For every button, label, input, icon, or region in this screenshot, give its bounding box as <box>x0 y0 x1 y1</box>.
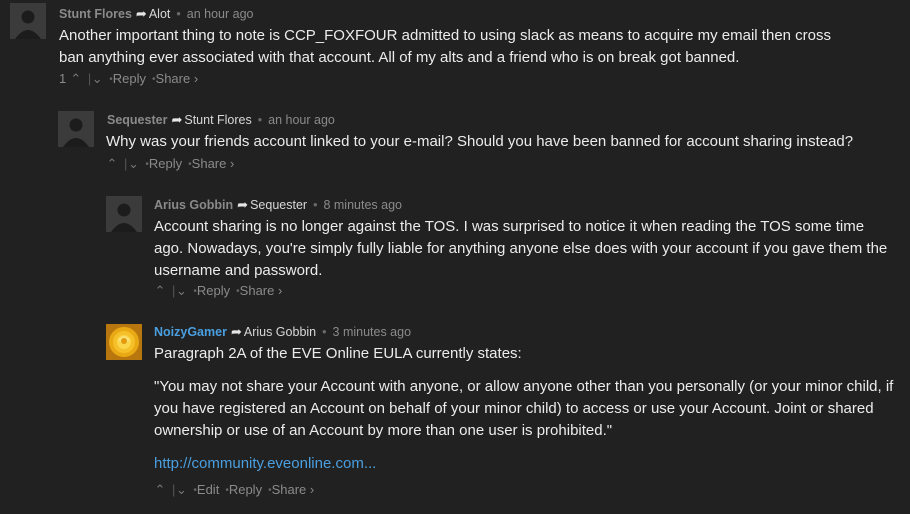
reply-to-name[interactable]: Sequester <box>250 198 307 212</box>
separator-dot: • <box>313 198 318 212</box>
downvote-icon[interactable]: ⌄ <box>127 156 139 172</box>
avatar[interactable] <box>10 3 46 39</box>
downvote-icon[interactable]: ⌄ <box>175 482 187 498</box>
reply-to-name[interactable]: Stunt Flores <box>184 113 251 127</box>
avatar[interactable] <box>58 111 94 147</box>
reply-arrow-icon: ➦ <box>135 6 147 21</box>
comment-paragraph: Paragraph 2A of the EVE Online EULA curr… <box>154 345 522 362</box>
eula-link[interactable]: http://community.eveonline.com... <box>154 455 376 472</box>
upvote-icon[interactable]: ⌃ <box>154 283 166 299</box>
avatar[interactable] <box>106 324 142 360</box>
comment-quote: "You may not share your Account with any… <box>154 378 894 439</box>
downvote-icon[interactable]: ⌄ <box>175 283 187 299</box>
separator-dot: • <box>176 7 181 21</box>
reply-button[interactable]: Reply <box>113 71 146 86</box>
reply-arrow-icon: ➦ <box>171 112 183 127</box>
reply-arrow-icon: ➦ <box>230 324 242 339</box>
timestamp[interactable]: 8 minutes ago <box>323 198 402 212</box>
reply-to-name[interactable]: Arius Gobbin <box>244 325 316 339</box>
comment-paragraph: Why was your friends account linked to y… <box>106 133 854 150</box>
reply-button[interactable]: Reply <box>229 482 262 497</box>
downvote-icon[interactable]: ⌄ <box>91 71 103 87</box>
author-name[interactable]: Stunt Flores <box>59 7 132 21</box>
reply-arrow-icon: ➦ <box>237 197 249 212</box>
edit-button[interactable]: Edit <box>197 482 219 497</box>
share-button[interactable]: Share › <box>272 482 315 497</box>
timestamp[interactable]: an hour ago <box>268 113 335 127</box>
upvote-icon[interactable]: ⌃ <box>154 482 166 498</box>
share-button[interactable]: Share › <box>240 283 283 298</box>
reply-button[interactable]: Reply <box>197 283 230 298</box>
comment-body: Why was your friends account linked to y… <box>106 131 896 153</box>
share-button[interactable]: Share › <box>156 71 199 86</box>
vote-count: 1 <box>59 71 67 86</box>
comment-body: Account sharing is no longer against the… <box>154 216 889 282</box>
comment-actions: ⌃ |⌄ •Reply •Share › <box>106 156 235 172</box>
upvote-icon[interactable]: ⌃ <box>70 71 82 87</box>
comment-actions: ⌃ |⌄ •Edit •Reply •Share › <box>154 482 315 498</box>
reply-to-name[interactable]: Alot <box>149 7 171 21</box>
reply-button[interactable]: Reply <box>149 156 182 171</box>
avatar[interactable] <box>106 196 142 232</box>
author-name[interactable]: Sequester <box>107 113 167 127</box>
separator-dot: • <box>257 113 263 127</box>
comment-body: Paragraph 2A of the EVE Online EULA curr… <box>154 343 894 475</box>
comment-body: Another important thing to note is CCP_F… <box>59 25 849 69</box>
timestamp[interactable]: an hour ago <box>187 7 254 21</box>
comment-paragraph: Another important thing to note is CCP_F… <box>59 27 832 66</box>
share-button[interactable]: Share › <box>192 156 235 171</box>
timestamp[interactable]: 3 minutes ago <box>333 325 412 339</box>
author-name[interactable]: Arius Gobbin <box>154 198 233 212</box>
separator-dot: • <box>322 325 327 339</box>
comment-actions: 1 ⌃ |⌄ •Reply •Share › <box>59 71 198 87</box>
comment-actions: ⌃ |⌄ •Reply •Share › <box>154 283 283 299</box>
author-name[interactable]: NoizyGamer <box>154 325 227 339</box>
comment-paragraph: Account sharing is no longer against the… <box>154 218 888 279</box>
upvote-icon[interactable]: ⌃ <box>106 156 118 172</box>
